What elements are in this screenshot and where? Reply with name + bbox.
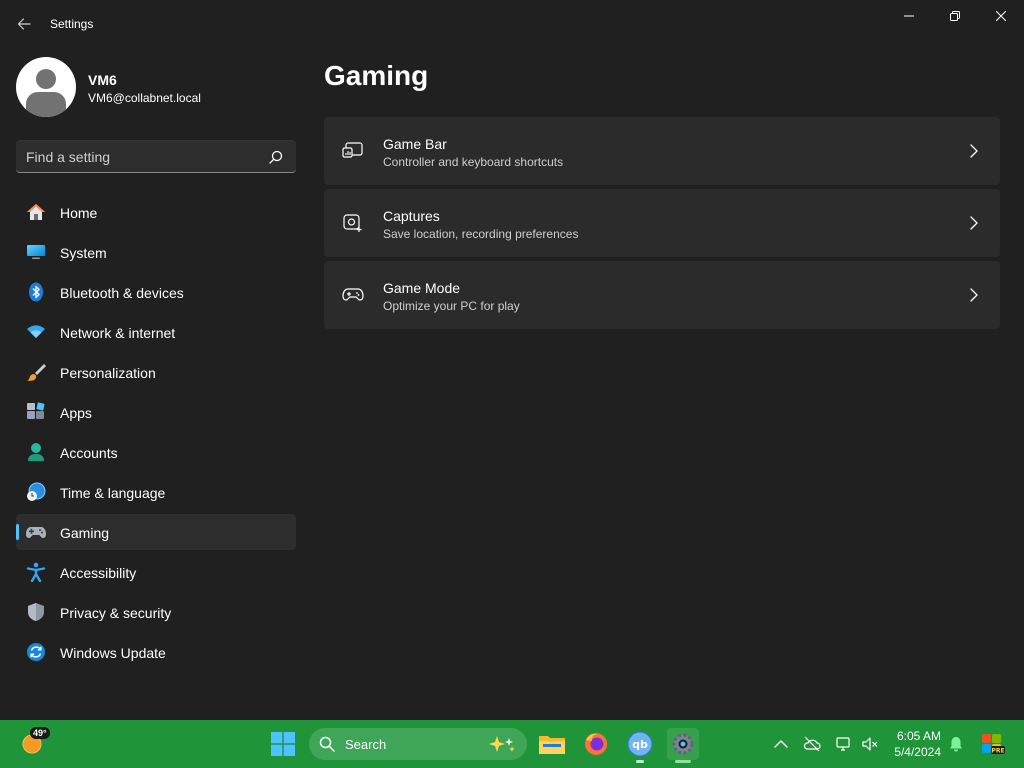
sidebar-item-label: Bluetooth & devices — [60, 285, 184, 301]
game-bar-card[interactable]: Game Bar Controller and keyboard shortcu… — [324, 117, 1000, 185]
active-indicator — [675, 760, 691, 763]
svg-text:PRE: PRE — [991, 748, 1004, 755]
chevron-up-icon[interactable] — [772, 735, 790, 753]
sidebar-item-privacy[interactable]: Privacy & security — [16, 594, 296, 630]
sidebar-item-label: Accounts — [60, 445, 118, 461]
sidebar-item-label: Time & language — [60, 485, 166, 501]
card-title: Captures — [383, 208, 440, 224]
card-title: Game Mode — [383, 280, 461, 296]
sidebar-item-label: Home — [60, 205, 98, 221]
sidebar-item-label: Accessibility — [60, 565, 137, 581]
search-input[interactable] — [26, 149, 256, 165]
game-bar-icon — [342, 142, 363, 158]
captures-card[interactable]: Captures Save location, recording prefer… — [324, 189, 1000, 257]
search-box[interactable] — [16, 140, 296, 173]
taskbar-firefox[interactable] — [580, 728, 612, 760]
avatar-head — [36, 69, 56, 89]
bluetooth-icon — [29, 282, 43, 302]
brush-icon — [27, 364, 46, 381]
taskbar: 49° Search qb 6:05 AM 5/4/2024 PRE — [0, 720, 1024, 768]
sidebar-nav: Home System Bluetooth & devices Network … — [16, 194, 296, 674]
page-title: Gaming — [324, 60, 429, 91]
sidebar-item-network[interactable]: Network & internet — [16, 314, 296, 350]
close-button[interactable] — [978, 0, 1024, 32]
taskbar-search[interactable]: Search — [309, 728, 527, 760]
svg-text:qb: qb — [632, 738, 648, 751]
capture-icon — [343, 214, 362, 232]
sidebar-item-windows-update[interactable]: Windows Update — [16, 634, 296, 670]
sidebar-item-label: Personalization — [60, 365, 156, 381]
minimize-button[interactable] — [886, 0, 932, 32]
profile-email: VM6@collabnet.local — [88, 91, 201, 105]
weather-temp: 49° — [30, 727, 50, 739]
restore-button[interactable] — [932, 0, 978, 32]
accessibility-icon — [26, 562, 46, 582]
sidebar-item-label: Privacy & security — [60, 605, 172, 621]
card-subtitle: Controller and keyboard shortcuts — [383, 155, 564, 169]
search-icon[interactable] — [269, 150, 283, 164]
sidebar-item-label: Windows Update — [60, 645, 166, 661]
globe-clock-icon — [27, 482, 46, 501]
sidebar-item-apps[interactable]: Apps — [16, 394, 296, 430]
file-explorer-icon — [539, 736, 565, 754]
apps-icon — [27, 402, 45, 419]
game-mode-card[interactable]: Game Mode Optimize your PC for play — [324, 261, 1000, 329]
profile-name: VM6 — [88, 72, 117, 88]
sidebar-item-home[interactable]: Home — [16, 194, 296, 230]
title-bar: Settings — [0, 0, 1024, 48]
taskbar-file-explorer[interactable] — [536, 728, 568, 760]
shield-icon — [28, 603, 44, 621]
system-icon — [27, 245, 45, 259]
sidebar-item-accounts[interactable]: Accounts — [16, 434, 296, 470]
close-icon — [996, 11, 1006, 21]
clock-time: 6:05 AM — [896, 729, 941, 743]
clock-date: 5/4/2024 — [894, 745, 941, 759]
sidebar-item-gaming[interactable]: Gaming — [16, 514, 296, 550]
firefox-icon — [585, 733, 607, 755]
running-indicator — [636, 760, 644, 763]
card-subtitle: Optimize your PC for play — [383, 299, 520, 313]
sidebar-item-personalization[interactable]: Personalization — [16, 354, 296, 390]
cloud-off-icon[interactable] — [803, 735, 821, 753]
back-arrow-icon — [17, 18, 31, 30]
sidebar-item-label: Gaming — [60, 525, 110, 541]
avatar[interactable] — [16, 57, 76, 117]
start-button[interactable] — [271, 732, 295, 756]
qbittorrent-icon: qb — [627, 731, 653, 757]
chevron-right-icon — [970, 288, 978, 302]
avatar-body — [26, 92, 66, 117]
taskbar-qbittorrent[interactable]: qb — [624, 728, 656, 763]
sidebar-item-label: System — [60, 245, 107, 261]
taskbar-search-label: Search — [345, 737, 387, 752]
settings-window: Settings VM6 VM6@collabnet.local Find a … — [0, 0, 1024, 720]
wifi-icon — [27, 325, 45, 338]
sidebar-item-label: Apps — [60, 405, 92, 421]
taskbar-settings[interactable] — [667, 728, 699, 763]
sidebar-item-accessibility[interactable]: Accessibility — [16, 554, 296, 590]
card-subtitle: Save location, recording preferences — [383, 227, 579, 241]
network-icon[interactable] — [835, 735, 853, 753]
copilot-pre-icon[interactable]: PRE — [980, 732, 1006, 756]
gamepad-icon — [26, 527, 46, 538]
minimize-icon — [904, 15, 914, 17]
sidebar-item-time-language[interactable]: Time & language — [16, 474, 296, 510]
controller-icon — [342, 288, 364, 301]
sparkle-icon — [489, 736, 515, 752]
volume-muted-icon[interactable] — [861, 735, 879, 753]
home-icon — [27, 204, 45, 220]
sidebar-item-system[interactable]: System — [16, 234, 296, 270]
app-title: Settings — [50, 17, 94, 31]
back-button[interactable] — [10, 10, 38, 38]
notification-bell-icon[interactable] — [947, 735, 965, 753]
update-icon — [27, 643, 45, 661]
chevron-right-icon — [970, 216, 978, 230]
restore-icon — [950, 11, 960, 21]
sidebar-item-label: Network & internet — [60, 325, 176, 341]
card-title: Game Bar — [383, 136, 447, 152]
settings-app-icon — [672, 733, 694, 755]
account-icon — [28, 443, 44, 461]
chevron-right-icon — [970, 144, 978, 158]
sidebar-item-bluetooth[interactable]: Bluetooth & devices — [16, 274, 296, 310]
search-icon — [319, 736, 335, 752]
